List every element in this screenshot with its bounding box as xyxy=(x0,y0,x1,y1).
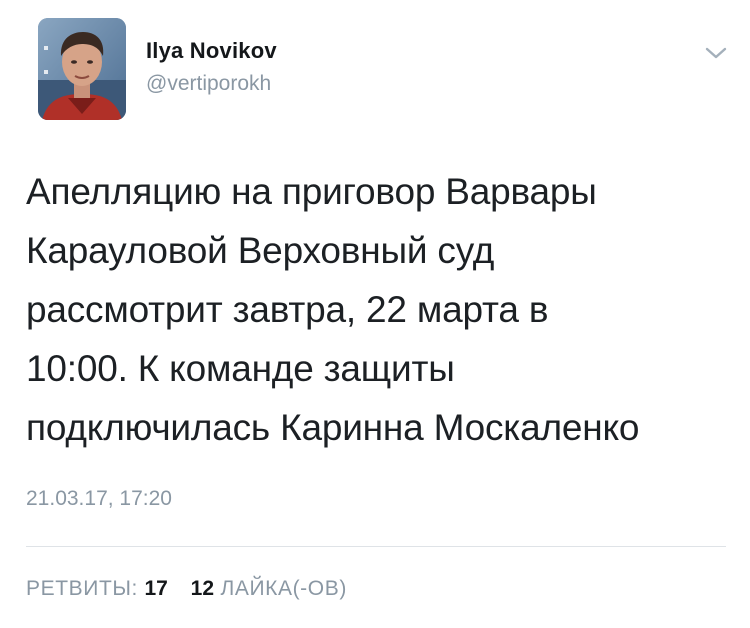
author-handle[interactable]: @vertiporokh xyxy=(146,72,271,96)
tweet-card: Ilya Novikov @vertiporokh Апелляцию на п… xyxy=(0,0,750,628)
likes-count[interactable]: 12 xyxy=(191,577,214,600)
tweet-timestamp[interactable]: 21.03.17, 17:20 xyxy=(26,487,172,511)
likes-label[interactable]: ЛАЙКА(-ОВ) xyxy=(220,577,346,600)
retweets-count[interactable]: 17 xyxy=(144,577,167,600)
avatar[interactable] xyxy=(38,18,126,120)
tweet-text-line: подключилась Каринна Москаленко xyxy=(26,407,640,448)
tweet-text-line: рассмотрит завтра, 22 марта в xyxy=(26,289,549,330)
chevron-down-icon[interactable] xyxy=(704,44,728,62)
author-display-name[interactable]: Ilya Novikov xyxy=(146,38,277,64)
divider xyxy=(26,546,726,547)
tweet-text-line: Апелляцию на приговор Варвары xyxy=(26,171,597,212)
tweet-text-line: Карауловой Верховный суд xyxy=(26,230,495,271)
tweet-text: Апелляцию на приговор Варвары Карауловой… xyxy=(26,162,726,457)
tweet-stats: РЕТВИТЫ: 17 12 ЛАЙКА(-ОВ) xyxy=(26,577,347,601)
tweet-text-line: 10:00. К команде защиты xyxy=(26,348,455,389)
retweets-label[interactable]: РЕТВИТЫ: xyxy=(26,577,138,600)
